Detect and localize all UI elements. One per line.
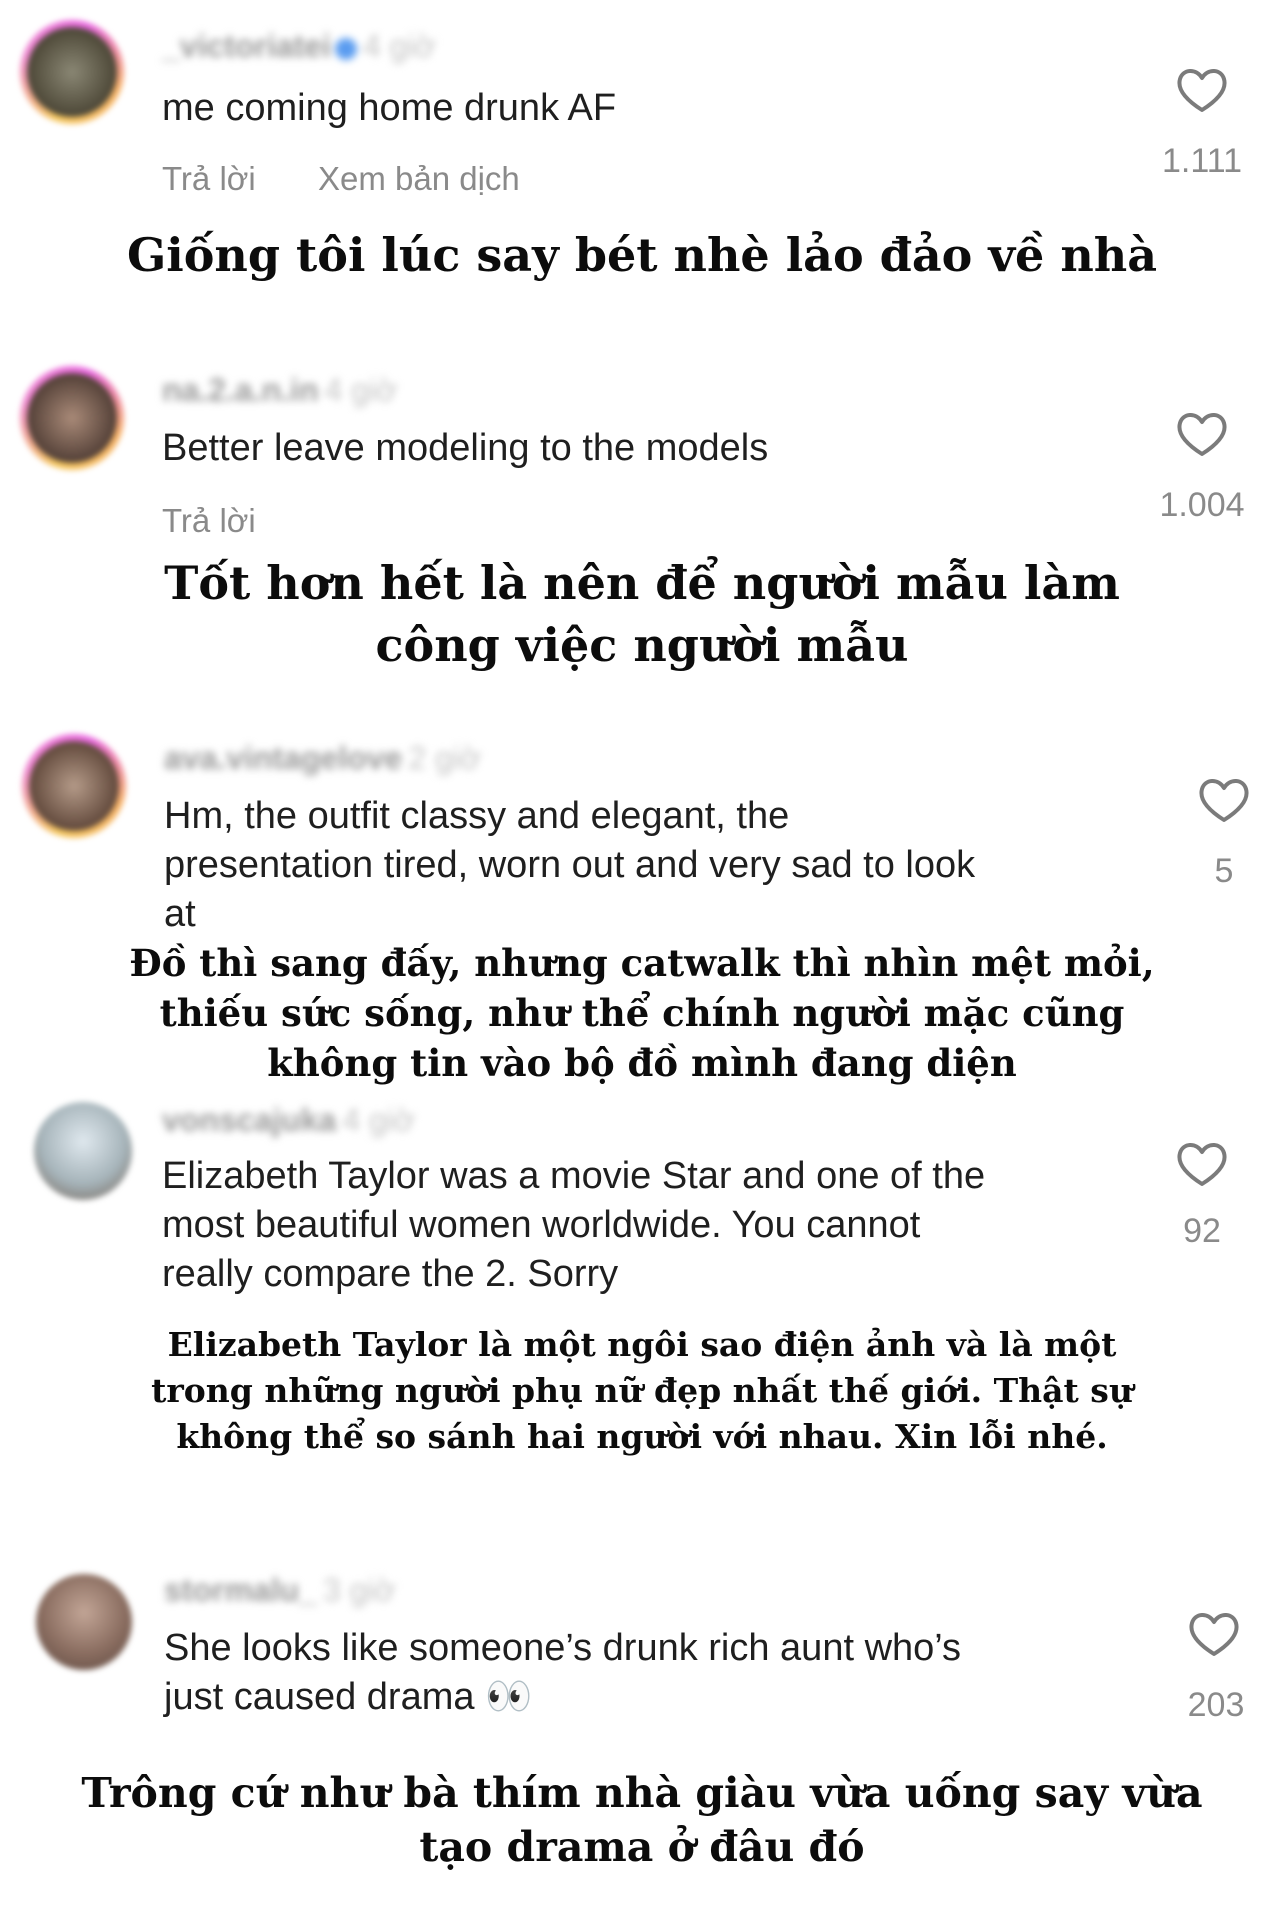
translation-text: Giống tôi lúc say bét nhè lảo đảo về nhà <box>40 226 1244 284</box>
heart-outline-icon[interactable] <box>1176 410 1228 458</box>
like-count: 5 <box>1214 852 1234 890</box>
heart-outline-icon[interactable] <box>1176 1140 1228 1188</box>
like-count: 203 <box>1187 1686 1245 1724</box>
translation-line: Trông cứ như bà thím nhà giàu vừa uống s… <box>81 1769 1203 1817</box>
comment-text: Better leave modeling to the models <box>162 424 768 473</box>
comment-username[interactable]: vonscajuka 4 giờ <box>162 1102 415 1139</box>
avatar[interactable] <box>22 734 126 838</box>
translation-line: không tin vào bộ đồ mình đang diện <box>267 1041 1017 1085</box>
reply-button[interactable]: Trả lời <box>162 502 256 540</box>
translation-text: Đồ thì sang đấy, nhưng catwalk thì nhìn … <box>40 938 1244 1088</box>
avatar[interactable] <box>34 1102 132 1200</box>
verified-badge-icon <box>334 37 357 60</box>
comment-time: 4 giờ <box>342 1102 415 1138</box>
comment-line: me coming home drunk AF <box>162 87 617 129</box>
comment-line: most beautiful women worldwide. You cann… <box>162 1204 921 1246</box>
comment-line: really compare the 2. Sorry <box>162 1253 619 1295</box>
translation-line: Tốt hơn hết là nên để người mẫu làm <box>164 556 1120 610</box>
translation-line: Đồ thì sang đấy, nhưng catwalk thì nhìn … <box>129 941 1155 985</box>
comment-text: Elizabeth Taylor was a movie Star and on… <box>162 1152 985 1299</box>
comment-username[interactable]: _victoriatei 4 giờ <box>162 28 436 65</box>
comment-line: just caused drama 👀 <box>164 1676 533 1718</box>
translation-line: không thể so sánh hai người với nhau. Xi… <box>176 1417 1108 1456</box>
comment-time: 3 giờ <box>322 1572 396 1608</box>
comment-line: Elizabeth Taylor was a movie Star and on… <box>162 1155 986 1197</box>
translation-text: Elizabeth Taylor là một ngôi sao điện ản… <box>40 1322 1244 1460</box>
comment-line: She looks like someone’s drunk rich aunt… <box>164 1627 962 1669</box>
comment-time: 2 giờ <box>408 740 481 776</box>
username-text[interactable]: na.2.a.n.in <box>162 372 318 408</box>
heart-outline-icon[interactable] <box>1198 776 1250 824</box>
heart-outline-icon[interactable] <box>1176 66 1228 114</box>
comment-line: Better leave modeling to the models <box>162 427 769 469</box>
translation-text: Tốt hơn hết là nên để người mẫu làm công… <box>40 552 1244 676</box>
comment-text: Hm, the outfit classy and elegant, the p… <box>164 792 975 939</box>
translation-line: Giống tôi lúc say bét nhè lảo đảo về nhà <box>126 228 1158 282</box>
comment-line: Hm, the outfit classy and elegant, the <box>164 795 790 837</box>
like-count: 1.004 <box>1159 486 1245 524</box>
comment-time: 4 giờ <box>324 372 398 408</box>
username-text[interactable]: ava.vintagelove <box>164 740 402 776</box>
avatar[interactable] <box>20 366 124 470</box>
avatar[interactable] <box>36 1574 132 1670</box>
translation-text: Trông cứ như bà thím nhà giàu vừa uống s… <box>40 1766 1244 1874</box>
translation-line: trong những người phụ nữ đẹp nhất thế gi… <box>151 1371 1133 1410</box>
comment-text: She looks like someone’s drunk rich aunt… <box>164 1624 961 1722</box>
comment-line: at <box>164 893 196 935</box>
like-count: 1.111 <box>1161 142 1243 180</box>
translation-line: công việc người mẫu <box>375 618 909 672</box>
comment-time: 4 giờ <box>362 28 436 64</box>
translation-line: Elizabeth Taylor là một ngôi sao điện ản… <box>167 1325 1117 1364</box>
translation-line: tạo drama ở đâu đó <box>419 1823 865 1871</box>
comment-line: presentation tired, worn out and very sa… <box>164 844 976 886</box>
comment-feed: _victoriatei 4 giờ me coming home drunk A… <box>0 0 1284 1924</box>
see-translation-button[interactable]: Xem bản dịch <box>318 160 520 198</box>
comment-username[interactable]: stormalu_ 3 giờ <box>164 1572 396 1609</box>
comment-text: me coming home drunk AF <box>162 84 616 133</box>
translation-line: thiếu sức sống, như thể chính người mặc … <box>159 991 1125 1035</box>
like-count: 92 <box>1183 1212 1221 1250</box>
username-text[interactable]: _victoriatei <box>162 28 331 64</box>
username-text[interactable]: vonscajuka <box>162 1102 336 1138</box>
avatar[interactable] <box>20 20 124 124</box>
username-text[interactable]: stormalu_ <box>164 1572 317 1608</box>
comment-username[interactable]: na.2.a.n.in 4 giờ <box>162 372 397 409</box>
comment-username[interactable]: ava.vintagelove 2 giờ <box>164 740 481 777</box>
reply-button[interactable]: Trả lời <box>162 160 256 198</box>
heart-outline-icon[interactable] <box>1188 1610 1240 1658</box>
